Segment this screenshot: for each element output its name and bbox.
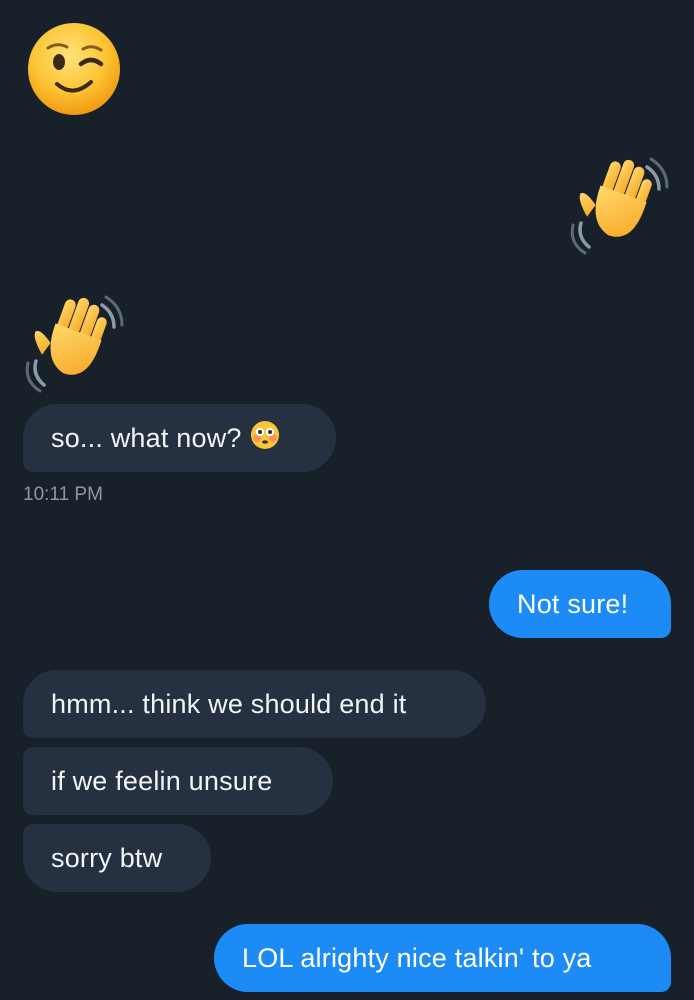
message-bubble-them[interactable]: so... what now? [23, 404, 336, 472]
waving-hand-icon [570, 157, 669, 255]
chat-thread: so... what now? 10:11 PM Not sure! hmm..… [0, 0, 694, 1000]
waving-hand-icon [25, 295, 124, 393]
winking-face-icon [28, 23, 120, 115]
message-timestamp: 10:11 PM [23, 484, 103, 505]
message-bubble-me[interactable]: Not sure! [489, 570, 671, 638]
message-me-waving-emoji[interactable] [567, 153, 671, 257]
message-text: if we feelin unsure [51, 765, 273, 796]
message-them-waving-emoji[interactable] [22, 291, 126, 395]
message-them-winking-emoji[interactable] [25, 20, 123, 118]
message-text: hmm... think we should end it [51, 688, 407, 719]
message-bubble-them[interactable]: sorry btw [23, 824, 211, 892]
message-bubble-me[interactable]: LOL alrighty nice talkin' to ya [214, 924, 671, 992]
message-text: sorry btw [51, 842, 163, 873]
flushed-face-icon [250, 420, 280, 457]
message-text: Not sure! [517, 588, 629, 619]
message-text: so... what now? [51, 422, 242, 453]
message-bubble-them[interactable]: hmm... think we should end it [23, 670, 486, 738]
message-bubble-them[interactable]: if we feelin unsure [23, 747, 333, 815]
message-text: LOL alrighty nice talkin' to ya [242, 942, 592, 973]
